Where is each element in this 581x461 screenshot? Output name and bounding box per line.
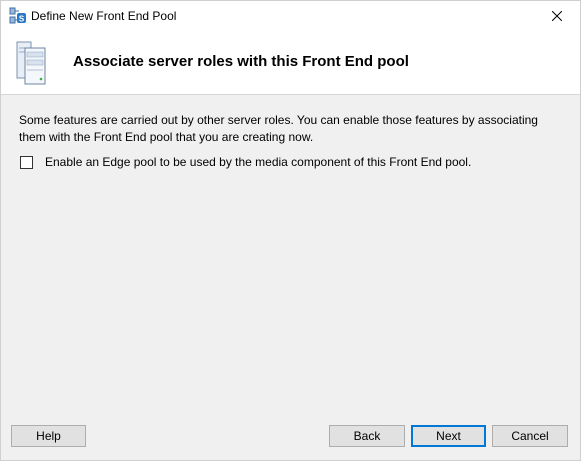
next-button[interactable]: Next [411,425,486,447]
close-icon [552,11,562,21]
svg-text:S: S [19,15,25,24]
edge-pool-checkbox-label[interactable]: Enable an Edge pool to be used by the me… [45,155,471,169]
page-title: Associate server roles with this Front E… [73,53,409,70]
window-title: Define New Front End Pool [31,9,177,23]
content-area: Some features are carried out by other s… [19,112,567,169]
edge-pool-checkbox[interactable] [20,155,33,169]
dialog-window: S Define New Front End Pool Associate se… [0,0,581,461]
close-button[interactable] [534,1,580,31]
title-bar[interactable]: S Define New Front End Pool [1,1,580,31]
topology-builder-icon: S [9,7,27,25]
back-button[interactable]: Back [329,425,405,447]
header-banner: Associate server roles with this Front E… [1,31,580,95]
edge-pool-option[interactable]: Enable an Edge pool to be used by the me… [19,155,567,169]
cancel-button[interactable]: Cancel [492,425,568,447]
description-text: Some features are carried out by other s… [19,113,538,144]
help-button[interactable]: Help [11,425,86,447]
server-icon [15,40,53,86]
